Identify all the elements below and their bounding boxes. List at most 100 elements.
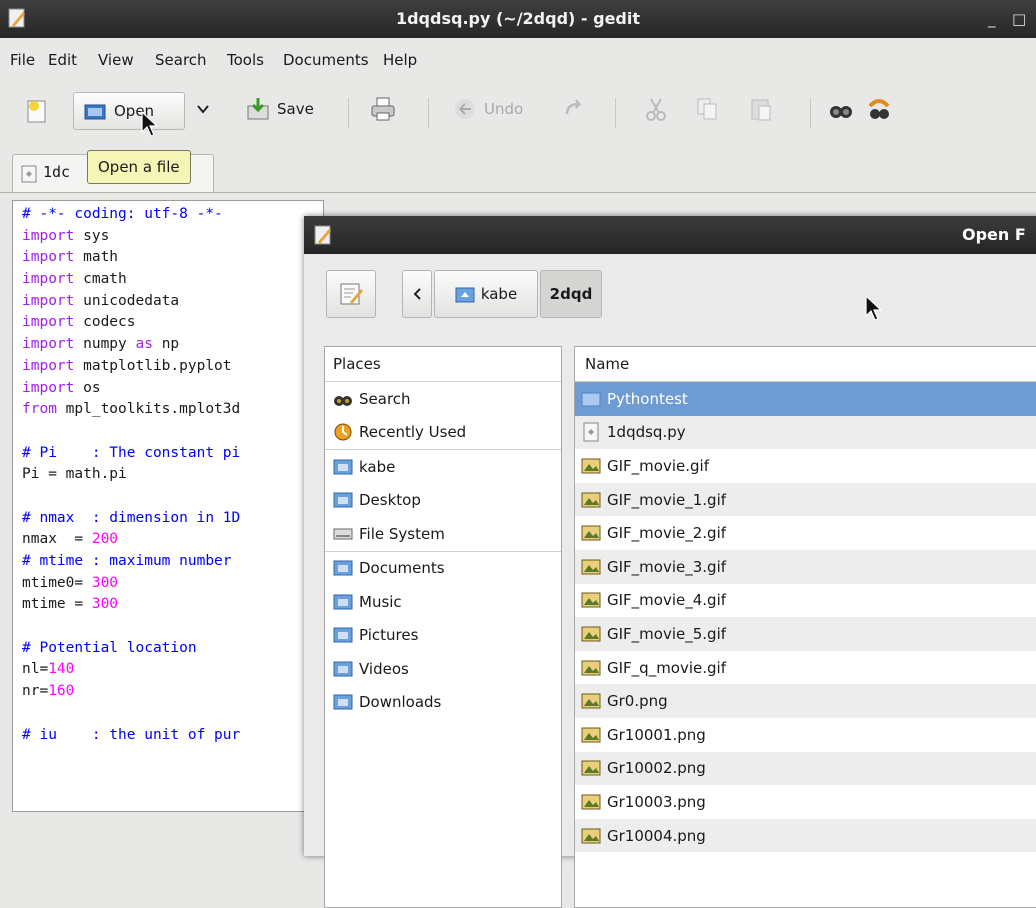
file-row[interactable]: Gr10003.png <box>575 785 1036 819</box>
image-file-icon <box>581 794 601 810</box>
image-file-icon <box>581 592 601 608</box>
file-row[interactable]: Gr10002.png <box>575 751 1036 786</box>
file-row[interactable]: GIF_movie_1.gif <box>575 482 1036 517</box>
file-row[interactable]: Gr10001.png <box>575 718 1036 752</box>
type-filename-toggle[interactable] <box>326 270 376 318</box>
paste-icon <box>751 99 771 121</box>
replace-button[interactable] <box>866 96 892 122</box>
new-document-button[interactable] <box>24 98 50 124</box>
image-file-icon <box>581 458 601 474</box>
code-line: # mtime : maximum number <box>22 551 240 573</box>
menu-help[interactable]: Help <box>383 51 417 69</box>
code-token: import <box>22 336 84 353</box>
file-row[interactable]: Gr0.png <box>575 684 1036 718</box>
print-button[interactable] <box>370 96 396 122</box>
file-row[interactable]: GIF_q_movie.gif <box>575 651 1036 685</box>
places-item-desktop[interactable]: Desktop <box>325 484 561 518</box>
dialog-title: Open F <box>962 225 1026 244</box>
places-item-search[interactable]: Search <box>325 382 561 416</box>
mouse-cursor-icon <box>141 110 159 137</box>
path-button-current[interactable]: 2dqd <box>540 270 602 318</box>
code-token: cmath <box>83 271 127 288</box>
places-item-videos[interactable]: Videos <box>325 652 561 686</box>
path-back-button[interactable] <box>402 270 432 318</box>
path-button-home[interactable]: kabe <box>434 270 538 318</box>
menu-file[interactable]: File <box>10 51 35 69</box>
code-editor[interactable]: # -*- coding: utf-8 -*- import sys import … <box>12 200 324 812</box>
code-token: os <box>83 379 101 396</box>
code-token: import <box>22 357 84 374</box>
minimize-button[interactable]: _ <box>988 10 996 28</box>
scissors-icon <box>646 98 666 121</box>
places-item-recently-used[interactable]: Recently Used <box>325 416 561 450</box>
file-name: Gr10003.png <box>607 792 706 811</box>
code-token: mtime0= <box>22 574 92 591</box>
file-row[interactable]: GIF_movie_2.gif <box>575 516 1036 550</box>
save-button[interactable]: Save <box>245 96 314 122</box>
image-file-icon <box>581 828 601 844</box>
code-token: unicodedata <box>83 292 180 309</box>
save-label: Save <box>277 100 314 118</box>
file-row[interactable]: GIF_movie_3.gif <box>575 549 1036 584</box>
file-row[interactable]: GIF_movie.gif <box>575 449 1036 483</box>
places-item-downloads[interactable]: Downloads <box>325 686 561 720</box>
file-row[interactable]: GIF_movie_4.gif <box>575 584 1036 618</box>
image-file-icon <box>581 693 601 709</box>
undo-button[interactable]: Undo <box>452 96 523 122</box>
toolbar-separator <box>615 98 616 128</box>
code-token: math <box>83 249 119 266</box>
menu-documents[interactable]: Documents <box>283 51 369 69</box>
folder-open-icon <box>84 104 106 120</box>
name-column-header[interactable]: Name <box>575 347 1036 382</box>
redo-button[interactable] <box>562 96 588 122</box>
toolbar-separator <box>810 98 811 128</box>
paste-button[interactable] <box>748 96 774 122</box>
code-token: from <box>22 401 66 418</box>
code-token: # nmax : dimension in 1D <box>22 509 241 526</box>
cut-button[interactable] <box>643 96 669 122</box>
file-name: GIF_q_movie.gif <box>607 658 726 677</box>
undo-icon <box>455 99 475 119</box>
save-icon <box>247 98 269 120</box>
music-folder-icon <box>333 594 353 610</box>
maximize-button[interactable]: □ <box>1012 10 1026 28</box>
path-label-current: 2dqd <box>549 285 593 303</box>
code-token: import <box>22 314 84 331</box>
file-row[interactable]: Gr10004.png <box>575 818 1036 853</box>
code-token: 300 <box>91 574 119 591</box>
file-name: Gr10001.png <box>607 725 706 744</box>
code-token: 300 <box>91 596 119 613</box>
copy-button[interactable] <box>694 96 720 122</box>
find-button[interactable] <box>828 96 854 122</box>
image-file-icon <box>581 760 601 776</box>
file-name: GIF_movie_1.gif <box>607 490 727 509</box>
code-token: np <box>161 336 180 353</box>
file-row[interactable]: 1dqdsq.py <box>575 415 1036 450</box>
places-item-label: Search <box>359 389 411 408</box>
code-token: # Potential location <box>22 639 197 656</box>
file-row[interactable]: GIF_movie_5.gif <box>575 617 1036 651</box>
menu-view[interactable]: View <box>98 51 134 69</box>
code-token: numpy <box>83 336 136 353</box>
file-name: GIF_movie_5.gif <box>607 624 727 643</box>
places-item-documents[interactable]: Documents <box>325 552 561 586</box>
file-row[interactable]: Pythontest <box>575 382 1036 416</box>
places-item-label: File System <box>359 524 445 543</box>
menu-edit[interactable]: Edit <box>48 51 77 69</box>
file-name: Gr10004.png <box>607 826 706 845</box>
open-button[interactable]: Open <box>73 92 185 130</box>
places-item-pictures[interactable]: Pictures <box>325 619 561 653</box>
menu-search[interactable]: Search <box>155 51 207 69</box>
places-item-file-system[interactable]: File System <box>325 517 561 552</box>
gedit-app-icon <box>314 225 331 245</box>
places-item-label: Pictures <box>359 626 419 645</box>
places-item-kabe[interactable]: kabe <box>325 450 561 484</box>
open-recent-dropdown[interactable] <box>196 102 210 116</box>
home-folder-icon <box>455 287 475 303</box>
menu-tools[interactable]: Tools <box>227 51 264 69</box>
places-item-label: Recently Used <box>359 423 467 442</box>
places-item-label: Downloads <box>359 693 442 712</box>
file-name: Gr10002.png <box>607 759 706 778</box>
places-item-music[interactable]: Music <box>325 585 561 619</box>
code-line: # nmax : dimension in 1D <box>22 508 240 530</box>
